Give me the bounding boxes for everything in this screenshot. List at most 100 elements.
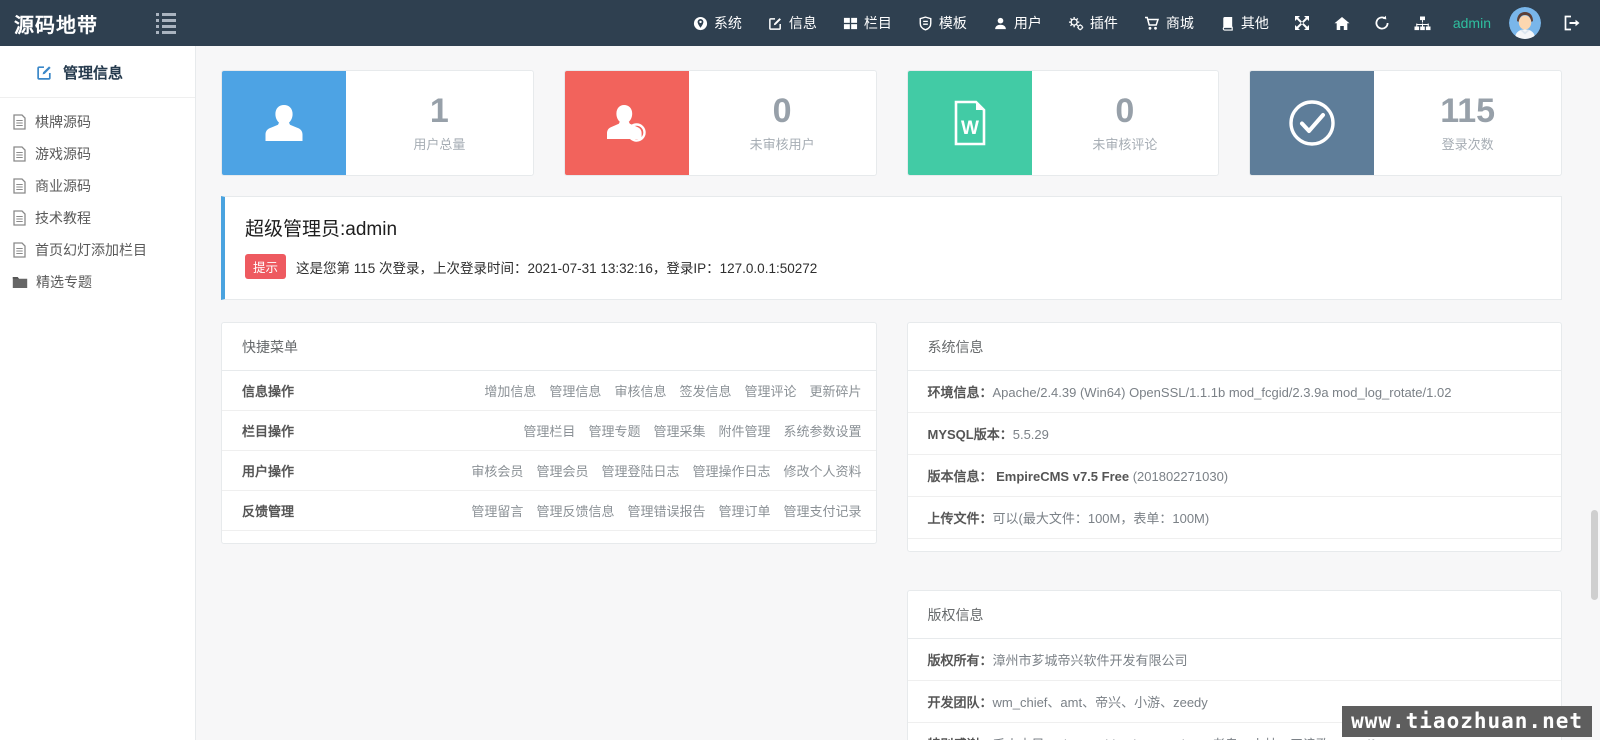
logout-button[interactable]: [1549, 0, 1600, 46]
quick-link[interactable]: 管理留言: [471, 501, 523, 520]
user-avatar[interactable]: [1509, 7, 1541, 39]
refresh-icon: [1374, 15, 1390, 31]
quick-link[interactable]: 签发信息: [679, 381, 731, 400]
arrows-expand-icon: [1294, 15, 1310, 31]
quick-link[interactable]: 系统参数设置: [783, 421, 861, 440]
sidebar-item-zhuanti[interactable]: 精选专题: [0, 266, 195, 298]
book-icon: [1220, 16, 1235, 31]
copyright-row-owner: 版权所有：漳州市芗城帝兴软件开发有限公司: [908, 639, 1562, 681]
sidebar-item-jishu[interactable]: 技术教程: [0, 202, 195, 234]
system-info-panel: 系统信息 环境信息：Apache/2.4.39 (Win64) OpenSSL/…: [907, 322, 1563, 552]
stat-value: 115: [1440, 93, 1495, 130]
stat-label: 未审核用户: [750, 134, 815, 153]
quick-link[interactable]: 审核会员: [471, 461, 523, 480]
file-text-icon: [12, 210, 27, 226]
quick-menu-row-info: 信息操作 增加信息 管理信息 审核信息 签发信息 管理评论 更新碎片: [222, 371, 876, 411]
user-plus-icon: [565, 71, 689, 175]
quick-link[interactable]: 审核信息: [614, 381, 666, 400]
refresh-button[interactable]: [1362, 0, 1402, 46]
sidebar: 管理信息 棋牌源码 游戏源码 商业源码 技术教程 首页幻灯添加栏目: [0, 46, 196, 740]
quick-link[interactable]: 管理评论: [744, 381, 796, 400]
stat-card-pending-users[interactable]: 0 未审核用户: [564, 70, 877, 176]
sitemap-icon: [1414, 16, 1431, 31]
quick-link[interactable]: 管理错误报告: [627, 501, 705, 520]
sidebar-item-huandeng[interactable]: 首页幻灯添加栏目: [0, 234, 195, 266]
edit-icon: [768, 16, 783, 31]
quick-link[interactable]: 增加信息: [484, 381, 536, 400]
user-icon: [222, 71, 346, 175]
sitemap-button[interactable]: [1402, 0, 1443, 46]
sidebar-item-youxi[interactable]: 游戏源码: [0, 138, 195, 170]
quick-link[interactable]: 管理信息: [549, 381, 601, 400]
sidebar-header-manage-info[interactable]: 管理信息: [0, 46, 195, 98]
quick-link[interactable]: 管理支付记录: [783, 501, 861, 520]
quick-link[interactable]: 管理栏目: [523, 421, 575, 440]
stat-cards: 1 用户总量 0 未审核用户 W 0 未审核评论: [221, 70, 1562, 176]
nav-item-plugins[interactable]: 插件: [1055, 0, 1131, 46]
quick-link[interactable]: 管理订单: [718, 501, 770, 520]
sidebar-item-shangye[interactable]: 商业源码: [0, 170, 195, 202]
system-info-row-mysql: MYSQL版本：5.5.29: [908, 413, 1562, 455]
quick-link[interactable]: 更新碎片: [809, 381, 861, 400]
quick-link[interactable]: 管理操作日志: [692, 461, 770, 480]
main-content: 1 用户总量 0 未审核用户 W 0 未审核评论: [196, 46, 1600, 740]
copyright-title: 版权信息: [908, 591, 1562, 639]
cart-icon: [1144, 16, 1160, 31]
sidebar-item-qipai[interactable]: 棋牌源码: [0, 106, 195, 138]
quick-menu-row-feedback: 反馈管理 管理留言 管理反馈信息 管理错误报告 管理订单 管理支付记录: [222, 491, 876, 531]
quick-link[interactable]: 管理会员: [536, 461, 588, 480]
welcome-title: 超级管理员:admin: [245, 214, 1541, 241]
stat-card-login-count[interactable]: 115 登录次数: [1249, 70, 1562, 176]
app-logo[interactable]: 源码地带: [0, 9, 150, 38]
file-text-icon: [12, 146, 27, 162]
check-circle-icon: [1250, 71, 1374, 175]
cogs-icon: [1068, 16, 1084, 31]
system-info-row-upload: 上传文件：可以(最大文件：100M，表单：100M): [908, 497, 1562, 539]
quick-link[interactable]: 修改个人资料: [783, 461, 861, 480]
nav-item-users[interactable]: 用户: [980, 0, 1055, 46]
tip-badge: 提示: [245, 254, 286, 279]
stat-card-pending-comments[interactable]: W 0 未审核评论: [907, 70, 1220, 176]
quick-menu-row-column: 栏目操作 管理栏目 管理专题 管理采集 附件管理 系统参数设置: [222, 411, 876, 451]
grid-icon: [843, 16, 858, 31]
quick-link[interactable]: 附件管理: [718, 421, 770, 440]
home-button[interactable]: [1322, 0, 1362, 46]
login-message: 这是您第 115 次登录，上次登录时间：2021-07-31 13:32:16，…: [296, 257, 817, 277]
nav-item-mall[interactable]: 商城: [1131, 0, 1207, 46]
file-w-icon: W: [908, 71, 1032, 175]
user-icon: [993, 16, 1008, 31]
stat-label: 登录次数: [1442, 134, 1494, 153]
stat-value: 1: [430, 93, 449, 130]
globe-pin-icon: [693, 16, 708, 31]
svg-text:W: W: [961, 118, 979, 139]
quick-link[interactable]: 管理反馈信息: [536, 501, 614, 520]
system-info-row-env: 环境信息：Apache/2.4.39 (Win64) OpenSSL/1.1.1…: [908, 371, 1562, 413]
file-text-icon: [12, 178, 27, 194]
folder-icon: [12, 275, 28, 289]
quick-link[interactable]: 管理采集: [653, 421, 705, 440]
file-text-icon: [12, 242, 27, 258]
nav-item-info[interactable]: 信息: [755, 0, 830, 46]
nav-item-template[interactable]: 模板: [905, 0, 980, 46]
stat-label: 未审核评论: [1092, 134, 1157, 153]
system-info-row-version: 版本信息： EmpireCMS v7.5 Free (201802271030): [908, 455, 1562, 497]
fullscreen-button[interactable]: [1282, 0, 1322, 46]
quick-link[interactable]: 管理专题: [588, 421, 640, 440]
scrollbar-thumb[interactable]: [1591, 510, 1598, 600]
topbar: 源码地带 系统 信息 栏目 模板: [0, 0, 1600, 46]
welcome-panel: 超级管理员:admin 提示 这是您第 115 次登录，上次登录时间：2021-…: [221, 196, 1562, 300]
sign-out-icon: [1563, 15, 1580, 31]
quick-menu-title: 快捷菜单: [222, 323, 876, 371]
stat-card-total-users[interactable]: 1 用户总量: [221, 70, 534, 176]
system-info-title: 系统信息: [908, 323, 1562, 371]
nav-item-other[interactable]: 其他: [1207, 0, 1282, 46]
nav-item-system[interactable]: 系统: [680, 0, 755, 46]
menu-toggle-icon[interactable]: [150, 7, 182, 40]
file-text-icon: [12, 114, 27, 130]
stat-value: 0: [773, 93, 792, 130]
quick-link[interactable]: 管理登陆日志: [601, 461, 679, 480]
nav-item-columns[interactable]: 栏目: [830, 0, 905, 46]
admin-username[interactable]: admin: [1443, 15, 1501, 31]
quick-menu-row-user: 用户操作 审核会员 管理会员 管理登陆日志 管理操作日志 修改个人资料: [222, 451, 876, 491]
quick-menu-panel: 快捷菜单 信息操作 增加信息 管理信息 审核信息 签发信息 管理评论 更新碎片: [221, 322, 877, 544]
